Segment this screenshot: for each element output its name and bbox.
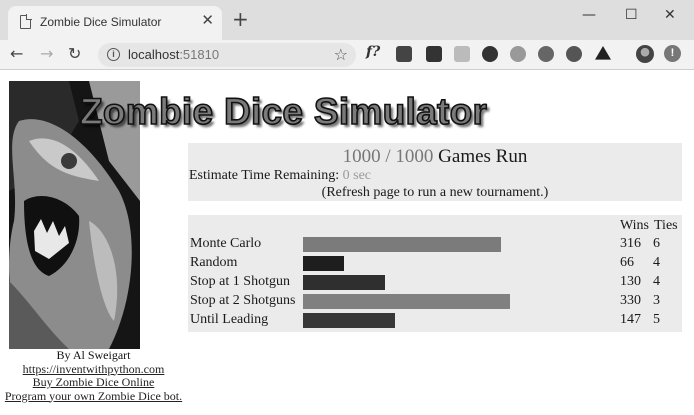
chat-icon[interactable] (454, 46, 470, 62)
ties-value: 5 (653, 312, 660, 327)
new-tab-button[interactable]: + (232, 8, 249, 30)
play-icon[interactable] (482, 46, 498, 62)
author-credit: By Al Sweigart (56, 348, 131, 362)
ties-value: 4 (653, 274, 660, 289)
bot-tutorial-link[interactable]: Program your own Zombie Dice bot. (0, 389, 187, 404)
bot-name: Until Leading (190, 312, 269, 327)
win-bar (303, 294, 510, 309)
ties-value: 4 (653, 255, 660, 270)
url-text: localhost:51810 (128, 47, 220, 62)
credits: By Al Sweigart https://inventwithpython.… (0, 348, 187, 404)
table-row: Monte Carlo 316 6 (188, 235, 682, 254)
ties-value: 3 (653, 293, 660, 308)
forward-icon[interactable]: → (40, 45, 53, 63)
drive-icon[interactable] (595, 46, 611, 60)
refresh-note: (Refresh page to run a new tournament.) (321, 185, 549, 200)
address-bar[interactable]: i localhost:51810 ☆ (98, 43, 356, 67)
bot-name: Stop at 2 Shotguns (190, 293, 296, 308)
bookmark-star-icon[interactable]: ☆ (334, 45, 348, 64)
wins-value: 66 (620, 255, 634, 270)
win-bar (303, 237, 501, 252)
profile-avatar[interactable] (636, 45, 654, 63)
page-icon (20, 14, 32, 29)
win-bar (303, 313, 395, 328)
tab-close-icon[interactable]: ✕ (201, 12, 214, 30)
ties-header: Ties (654, 218, 678, 233)
wins-value: 316 (620, 236, 641, 251)
browser-toolbar: ← → ↻ i localhost:51810 ☆ f? ! (0, 40, 694, 70)
tab-strip: Zombie Dice Simulator ✕ + — ☐ ✕ (0, 0, 694, 40)
games-run-counter: 1000 / 1000 Games Run (342, 146, 528, 167)
wins-value: 330 (620, 293, 641, 308)
time-estimate: Estimate Time Remaining: 0 sec (189, 168, 372, 183)
wordpress-icon[interactable] (566, 46, 582, 62)
minimize-button[interactable]: — (582, 7, 596, 23)
back-icon[interactable]: ← (10, 45, 23, 63)
results-table: Wins Ties Monte Carlo 316 6 Random 66 4 Stop a… (188, 215, 682, 332)
table-row: Random 66 4 (188, 254, 682, 273)
wins-value: 147 (620, 312, 641, 327)
reload-icon[interactable]: ↻ (68, 45, 81, 63)
win-bar (303, 256, 344, 271)
fx-extension-icon[interactable]: f? (366, 44, 380, 60)
table-row: Stop at 1 Shotgun 130 4 (188, 273, 682, 292)
bot-name: Stop at 1 Shotgun (190, 274, 290, 289)
page-content: Zombie Dice Simulator 1000 / 1000 Games … (0, 71, 694, 415)
wins-value: 130 (620, 274, 641, 289)
site-info-icon[interactable]: i (107, 48, 120, 61)
maximize-button[interactable]: ☐ (625, 7, 638, 23)
menu-icon[interactable]: ! (664, 45, 681, 62)
translate-icon[interactable] (396, 46, 412, 62)
cloud-icon[interactable] (510, 46, 526, 62)
grammar-icon[interactable] (538, 46, 554, 62)
table-row: Stop at 2 Shotguns 330 3 (188, 292, 682, 311)
wins-header: Wins (620, 218, 649, 233)
bot-name: Monte Carlo (190, 236, 262, 251)
bot-name: Random (190, 255, 238, 270)
table-row: Until Leading 147 5 (188, 311, 682, 330)
window-close-button[interactable]: ✕ (664, 7, 676, 23)
ublock-icon[interactable] (426, 46, 442, 62)
tab-title: Zombie Dice Simulator (40, 15, 162, 29)
site-title: Zombie Dice Simulator (79, 90, 488, 133)
active-tab[interactable]: Zombie Dice Simulator ✕ (8, 6, 222, 40)
buy-dice-link[interactable]: Buy Zombie Dice Online (0, 375, 187, 390)
website-link[interactable]: https://inventwithpython.com (0, 362, 187, 377)
win-bar (303, 275, 385, 290)
ties-value: 6 (653, 236, 660, 251)
status-panel: 1000 / 1000 Games Run Estimate Time Rema… (188, 143, 682, 201)
